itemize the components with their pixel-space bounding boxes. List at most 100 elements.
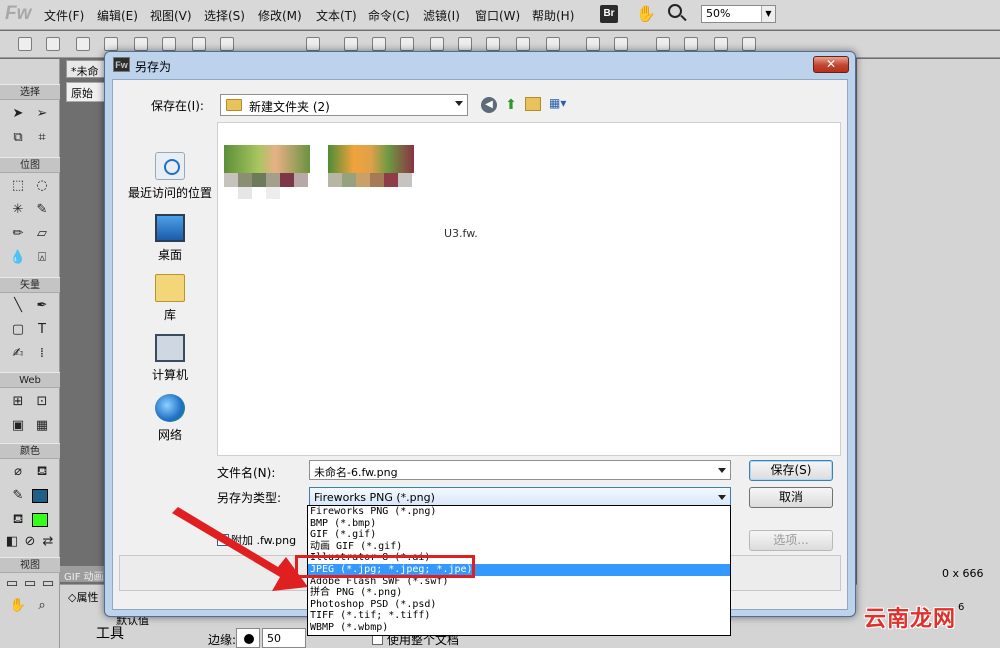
filename-input[interactable]: 未命名-6.fw.png: [309, 460, 731, 480]
place-library[interactable]: 库: [125, 274, 215, 323]
place-computer[interactable]: 计算机: [125, 334, 215, 383]
options-button[interactable]: 选项...: [749, 530, 833, 551]
menu-modify[interactable]: 修改(M): [258, 7, 302, 24]
line-tool-icon[interactable]: ╲: [9, 297, 27, 315]
stamp-tool-icon[interactable]: ⍓: [33, 249, 51, 267]
stroke-color-swatch[interactable]: [32, 489, 48, 503]
save-in-select[interactable]: 新建文件夹 (2): [220, 94, 468, 116]
pointer-tool-icon[interactable]: ➤: [9, 105, 27, 123]
save-icon[interactable]: [46, 37, 60, 51]
menu-window[interactable]: 窗口(W): [475, 7, 520, 24]
file-thumbnail[interactable]: [328, 145, 414, 199]
back-icon[interactable]: ◀: [481, 97, 497, 113]
subselect-tool-icon[interactable]: ➢: [33, 105, 51, 123]
paste-icon[interactable]: [306, 37, 320, 51]
eyedropper-icon[interactable]: ⌀: [9, 463, 27, 481]
place-network[interactable]: 网络: [125, 394, 215, 443]
filetype-option[interactable]: 动画 GIF (*.gif): [308, 541, 730, 553]
ungroup-icon[interactable]: [372, 37, 386, 51]
default-colors-icon[interactable]: ◧: [3, 533, 21, 551]
edge-value-field[interactable]: 50: [262, 628, 306, 648]
join-icon[interactable]: [400, 37, 414, 51]
lasso-tool-icon[interactable]: ◌: [33, 177, 51, 195]
scale-tool-icon[interactable]: ⧉: [9, 129, 27, 147]
paint-bucket-icon[interactable]: ⛾: [33, 463, 51, 481]
bridge-icon[interactable]: Br: [600, 5, 618, 23]
group-icon[interactable]: [344, 37, 358, 51]
import-icon[interactable]: [104, 37, 118, 51]
zoom-icon[interactable]: [668, 4, 682, 18]
menu-commands[interactable]: 命令(C): [368, 7, 410, 24]
magic-wand-icon[interactable]: ✳: [9, 201, 27, 219]
cancel-button[interactable]: 取消: [749, 487, 833, 508]
rotate-cw-icon[interactable]: [684, 37, 698, 51]
distribute-icon[interactable]: [546, 37, 560, 51]
undo-icon[interactable]: [192, 37, 206, 51]
blur-tool-icon[interactable]: 💧: [9, 249, 27, 267]
standard-screen-icon[interactable]: ▭: [3, 575, 21, 593]
pen-tool-icon[interactable]: ✒: [33, 297, 51, 315]
flip-vertical-icon[interactable]: [742, 37, 756, 51]
send-back-icon[interactable]: [486, 37, 500, 51]
filetype-option[interactable]: TIFF (*.tif; *.tiff): [308, 610, 730, 622]
hand-tool-icon[interactable]: ✋: [9, 597, 27, 615]
new-icon[interactable]: [18, 37, 32, 51]
rectangle-tool-icon[interactable]: ▢: [9, 321, 27, 339]
place-desktop[interactable]: 桌面: [125, 214, 215, 263]
show-slices-icon[interactable]: ▦: [33, 417, 51, 435]
filetype-option[interactable]: Fireworks PNG (*.png): [308, 506, 730, 518]
full-screen-menu-icon[interactable]: ▭: [21, 575, 39, 593]
hand-icon[interactable]: ✋: [636, 4, 656, 23]
filetype-option[interactable]: WBMP (*.wbmp): [308, 622, 730, 634]
full-screen-icon[interactable]: ▭: [39, 575, 57, 593]
menu-edit[interactable]: 编辑(E): [97, 7, 138, 24]
properties-header[interactable]: ◇属性: [68, 589, 98, 605]
crop-tool-icon[interactable]: ⌗: [33, 129, 51, 147]
new-folder-icon[interactable]: [525, 97, 541, 111]
view-menu-icon[interactable]: ▦▾: [549, 96, 573, 112]
slice-tool-icon[interactable]: ⊡: [33, 393, 51, 411]
flip-icon[interactable]: [656, 37, 670, 51]
print-icon[interactable]: [162, 37, 176, 51]
filetype-option[interactable]: Photoshop PSD (*.psd): [308, 599, 730, 611]
knife-tool-icon[interactable]: ⁞: [33, 345, 51, 363]
menu-filters[interactable]: 滤镜(I): [423, 7, 460, 24]
filetype-select[interactable]: Fireworks PNG (*.png): [309, 487, 731, 507]
text-tool-icon[interactable]: T: [33, 321, 51, 339]
place-recent[interactable]: 最近访问的位置: [125, 152, 215, 201]
zoom-tool-icon[interactable]: ⌕: [33, 597, 51, 615]
save-button[interactable]: 保存(S): [749, 460, 833, 481]
edge-type-select[interactable]: [236, 628, 260, 648]
filetype-option[interactable]: BMP (*.bmp): [308, 518, 730, 530]
menu-help[interactable]: 帮助(H): [532, 7, 574, 24]
file-list[interactable]: U3.fw.: [217, 122, 841, 456]
file-thumbnail[interactable]: [224, 145, 310, 199]
menu-select[interactable]: 选择(S): [204, 7, 245, 24]
close-button[interactable]: ✕: [813, 56, 849, 73]
hotspot-tool-icon[interactable]: ⊞: [9, 393, 27, 411]
fill-color-swatch[interactable]: [32, 513, 48, 527]
rotate-ccw-icon[interactable]: [714, 37, 728, 51]
redo-icon[interactable]: [220, 37, 234, 51]
menu-file[interactable]: 文件(F): [44, 7, 84, 24]
marquee-tool-icon[interactable]: ⬚: [9, 177, 27, 195]
rotate-icon[interactable]: [586, 37, 600, 51]
open-icon[interactable]: [76, 37, 90, 51]
export-icon[interactable]: [134, 37, 148, 51]
hide-slices-icon[interactable]: ▣: [9, 417, 27, 435]
filetype-option[interactable]: 拼合 PNG (*.png): [308, 587, 730, 599]
pencil-tool-icon[interactable]: ✏: [9, 225, 27, 243]
brush-tool-icon[interactable]: ✎: [33, 201, 51, 219]
align-icon[interactable]: [516, 37, 530, 51]
split-icon[interactable]: [430, 37, 444, 51]
eraser-tool-icon[interactable]: ▱: [33, 225, 51, 243]
filetype-option[interactable]: GIF (*.gif): [308, 529, 730, 541]
bring-front-icon[interactable]: [458, 37, 472, 51]
up-folder-icon[interactable]: ⬆: [503, 96, 519, 114]
freeform-tool-icon[interactable]: ✍: [9, 345, 27, 363]
menu-view[interactable]: 视图(V): [150, 7, 192, 24]
zoom-select[interactable]: 50% ▼: [701, 5, 776, 23]
swap-colors-icon[interactable]: ⇄: [39, 533, 57, 551]
align-menu-icon[interactable]: [614, 37, 628, 51]
menu-text[interactable]: 文本(T): [316, 7, 357, 24]
